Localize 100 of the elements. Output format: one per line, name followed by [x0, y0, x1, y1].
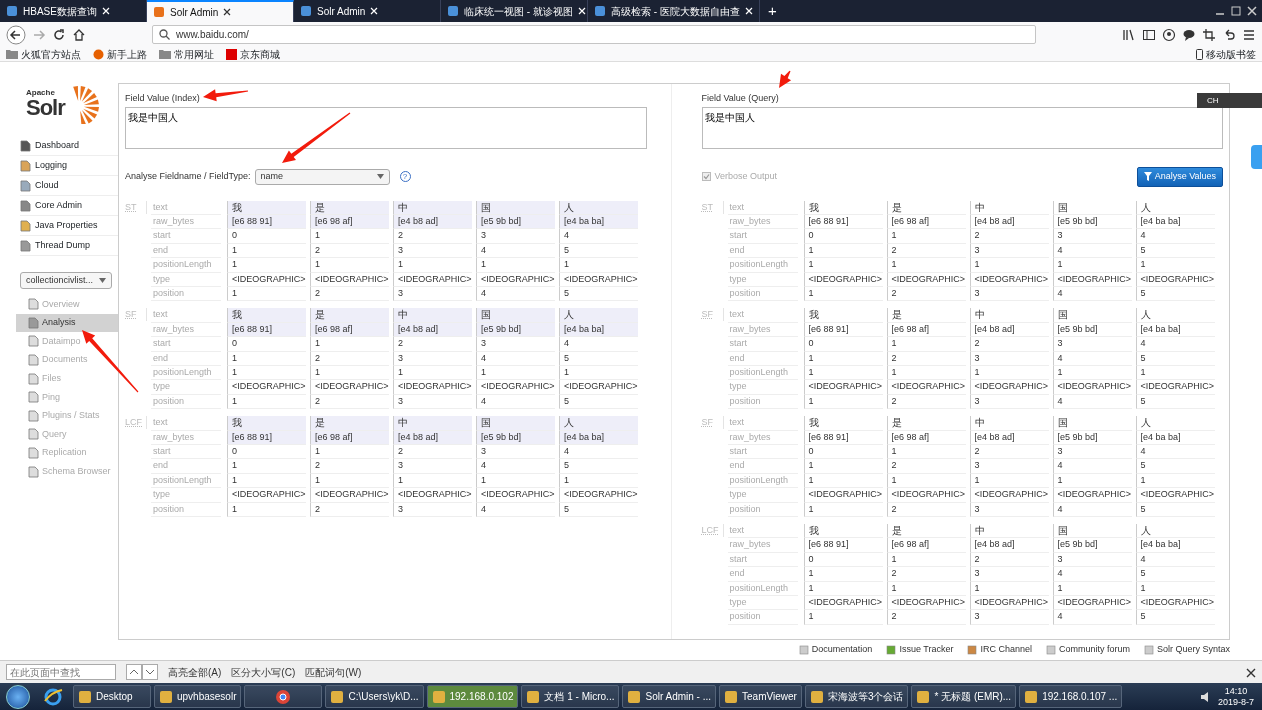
- attribute-label: position: [727, 394, 798, 410]
- bookmark-link[interactable]: 常用网址: [174, 46, 214, 62]
- analyse-values-button[interactable]: Analyse Values: [1136, 166, 1223, 187]
- taskbar-button[interactable]: 192.168.0.107 ...: [1019, 685, 1123, 708]
- token-cell: <IDEOGRAPHIC>: [803, 596, 883, 611]
- token-cell: 2: [886, 286, 966, 302]
- token-cell: 我: [803, 416, 883, 431]
- nav-menu-item[interactable]: Core Admin: [35, 198, 83, 213]
- bookmark-link[interactable]: 京东商城: [240, 46, 280, 62]
- home-icon[interactable]: [72, 27, 86, 42]
- token-cell: 1: [1135, 258, 1215, 273]
- stage-abbreviation: LCF: [125, 416, 147, 430]
- token-cell: <IDEOGRAPHIC>: [1135, 272, 1215, 287]
- token-cell: <IDEOGRAPHIC>: [969, 596, 1049, 611]
- close-icon[interactable]: [223, 8, 232, 16]
- taskbar-button[interactable]: C:\Users\yk\D...: [325, 685, 424, 708]
- attribute-label: text: [151, 308, 221, 323]
- address-bar[interactable]: www.baidu.com/: [152, 25, 1036, 44]
- attribute-label: raw_bytes: [727, 322, 798, 338]
- bookmark-link[interactable]: 火狐官方站点: [21, 46, 81, 62]
- ime-toolbar[interactable]: CH: [1197, 93, 1262, 108]
- footer-link[interactable]: Community forum: [1045, 643, 1130, 657]
- nav-menu-item[interactable]: Thread Dump: [35, 238, 91, 253]
- footer-link[interactable]: Documentation: [798, 643, 873, 657]
- taskbar-button[interactable]: 文档 1 - Micro...: [521, 685, 620, 708]
- taskbar-button[interactable]: TeamViewer: [719, 685, 802, 708]
- token-cell: 0: [803, 337, 883, 352]
- attribute-label: positionLength: [151, 258, 221, 273]
- browser-tab[interactable]: Solr Admin: [147, 0, 294, 22]
- taskbar-button[interactable]: [244, 685, 323, 708]
- token-cell: 是: [310, 416, 389, 431]
- token-cell: 2: [886, 610, 966, 625]
- fieldtype-select[interactable]: name: [254, 168, 390, 185]
- taskbar-button[interactable]: Desktop: [73, 685, 151, 708]
- find-field[interactable]: 在此页面中查找: [6, 664, 116, 680]
- annotation-arrow: [282, 112, 351, 163]
- token-cell: 国: [1052, 308, 1132, 323]
- nav-menu-item[interactable]: Cloud: [35, 178, 59, 193]
- taskbar-button[interactable]: Solr Admin - ...: [622, 685, 717, 708]
- crop-icon[interactable]: [1202, 27, 1216, 42]
- attribute-label: end: [151, 459, 221, 474]
- menu-icon[interactable]: [1242, 27, 1256, 42]
- index-value-field[interactable]: 我是中国人: [125, 106, 647, 149]
- app-icon: [627, 689, 642, 704]
- attribute-label: position: [151, 502, 221, 518]
- attribute-label: end: [727, 567, 798, 582]
- find-option[interactable]: 区分大小写(C): [231, 664, 296, 680]
- app-icon: [431, 689, 446, 704]
- attribute-label: start: [151, 337, 221, 352]
- browser-icon[interactable]: [43, 686, 63, 707]
- footer-link[interactable]: Issue Tracker: [886, 643, 954, 657]
- chat-icon[interactable]: [1182, 27, 1196, 42]
- token-cell: <IDEOGRAPHIC>: [969, 488, 1049, 503]
- query-value-field[interactable]: 我是中国人: [701, 106, 1223, 149]
- footer-link[interactable]: IRC Channel: [967, 643, 1032, 657]
- nav-menu-item[interactable]: Logging: [35, 158, 68, 173]
- nav-menu-item[interactable]: Dashboard: [35, 138, 80, 153]
- down-icon[interactable]: [142, 664, 158, 680]
- bookmark-link[interactable]: 新手上路: [107, 46, 147, 62]
- reload-icon[interactable]: [52, 27, 66, 42]
- token-cell: <IDEOGRAPHIC>: [886, 380, 966, 395]
- token-cell: <IDEOGRAPHIC>: [227, 272, 306, 287]
- new-tab-button[interactable]: +: [759, 0, 785, 22]
- account-icon[interactable]: [1162, 27, 1176, 42]
- library-icon[interactable]: [1122, 27, 1136, 42]
- core-selector[interactable]: collectioncivlist...: [20, 272, 112, 289]
- taskbar-button[interactable]: 192.168.0.102: [426, 685, 519, 708]
- link-icon: [1045, 645, 1056, 655]
- token-cell: 是: [886, 308, 966, 323]
- page-icon: [20, 239, 31, 252]
- token-cell: <IDEOGRAPHIC>: [1052, 380, 1132, 395]
- token-cell: 1: [803, 459, 883, 474]
- find-option[interactable]: 高亮全部(A): [168, 664, 222, 680]
- back-icon[interactable]: [6, 24, 26, 45]
- token-cell: 3: [393, 351, 472, 366]
- checkbox[interactable]: [701, 172, 711, 181]
- close-icon[interactable]: [1246, 667, 1256, 678]
- find-option[interactable]: 匹配词句(W): [305, 664, 362, 680]
- taskbar-button[interactable]: 宋海波等3个会话: [804, 685, 909, 708]
- maximize-icon[interactable]: [1230, 5, 1242, 17]
- up-icon[interactable]: [126, 664, 142, 680]
- token-cell: 1: [227, 243, 306, 259]
- token-cell: 1: [227, 351, 306, 366]
- sidebar-icon[interactable]: [1142, 27, 1156, 42]
- token-cell: <IDEOGRAPHIC>: [886, 272, 966, 287]
- taskbar-button[interactable]: upvhbasesolr: [154, 685, 242, 708]
- start-button[interactable]: [6, 684, 30, 709]
- token-cell: <IDEOGRAPHIC>: [559, 272, 638, 287]
- attribute-label: raw_bytes: [727, 538, 798, 553]
- token-cell: 1: [476, 365, 555, 381]
- footer-link[interactable]: Solr Query Syntax: [1143, 643, 1230, 657]
- core-menu-item[interactable]: Analysis: [16, 313, 118, 333]
- token-cell: 3: [969, 610, 1049, 625]
- token-cell: 4: [476, 502, 555, 518]
- token-cell: 2: [310, 502, 389, 518]
- annotation-arrow: [779, 70, 792, 88]
- bookmark-link[interactable]: 移动版书签: [1206, 46, 1256, 62]
- taskbar-button[interactable]: * 无标题 (EMR)...: [911, 685, 1017, 708]
- app-icon: [1024, 689, 1039, 704]
- nav-menu-item[interactable]: Java Properties: [35, 218, 98, 233]
